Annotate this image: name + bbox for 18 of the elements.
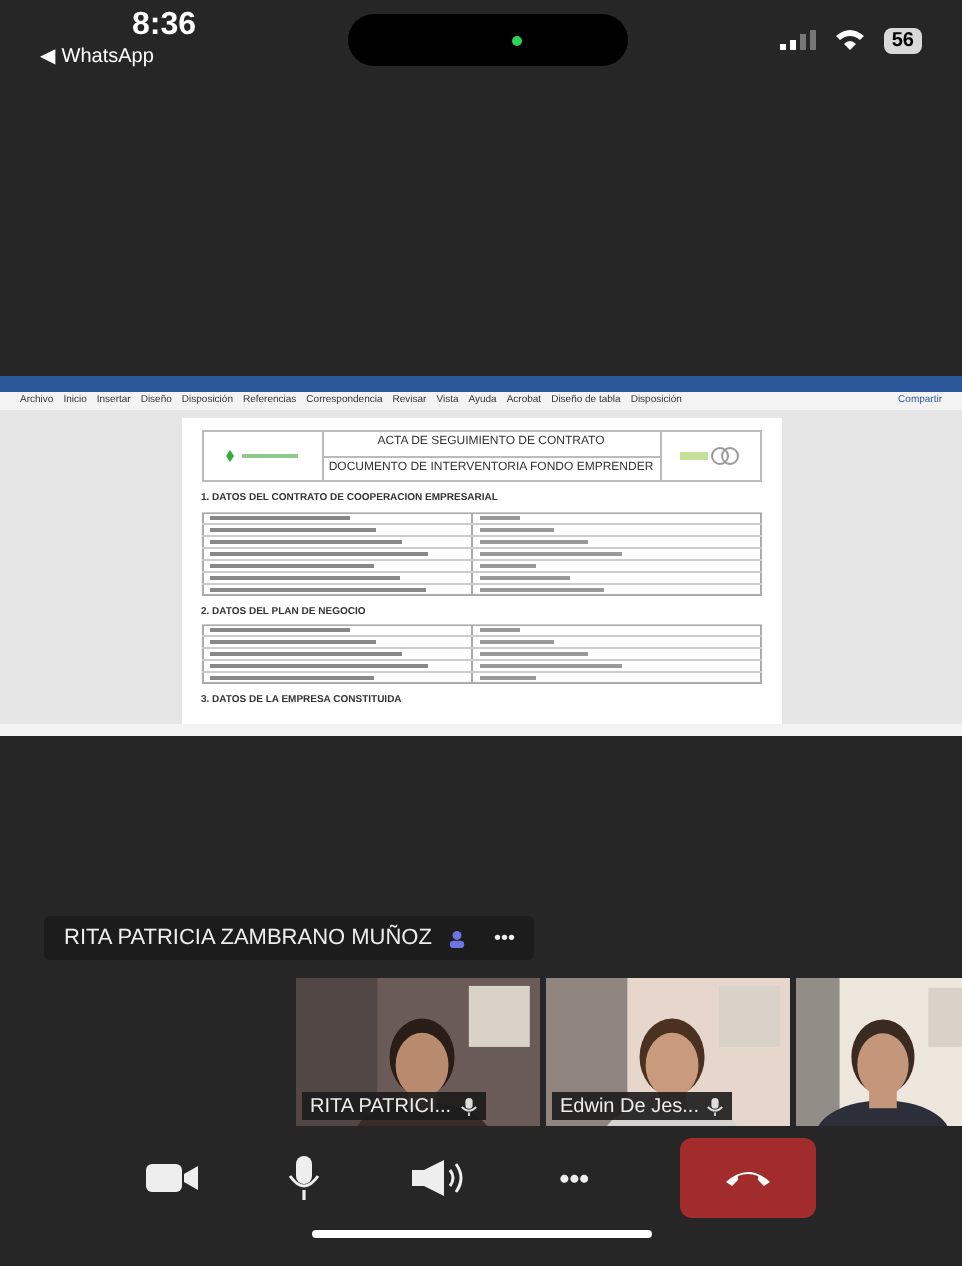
back-link[interactable]: ◀ WhatsApp: [40, 45, 197, 71]
more-options-button[interactable]: •••: [559, 1138, 590, 1219]
microphone-icon: [288, 1156, 321, 1201]
clock: 8:36: [132, 9, 197, 42]
wifi-icon: [835, 30, 864, 50]
signal-icon: [779, 30, 816, 50]
video-camera-icon: [145, 1164, 198, 1193]
share-people-icon: [447, 929, 466, 948]
presenter-name: RITA PATRICIA ZAMBRANO MUÑOZ: [64, 922, 432, 954]
hang-up-icon: [724, 1168, 773, 1189]
logo-icon: [222, 448, 302, 464]
battery-indicator: 56: [883, 27, 922, 53]
camera-indicator-icon: [512, 35, 523, 45]
participant-name: Edwin De Jes...: [560, 1093, 699, 1122]
hang-up-button[interactable]: [680, 1138, 817, 1219]
more-button[interactable]: •••: [493, 923, 515, 954]
participant-name: RITA PATRICI...: [310, 1093, 452, 1122]
logo-icon: [680, 446, 740, 466]
